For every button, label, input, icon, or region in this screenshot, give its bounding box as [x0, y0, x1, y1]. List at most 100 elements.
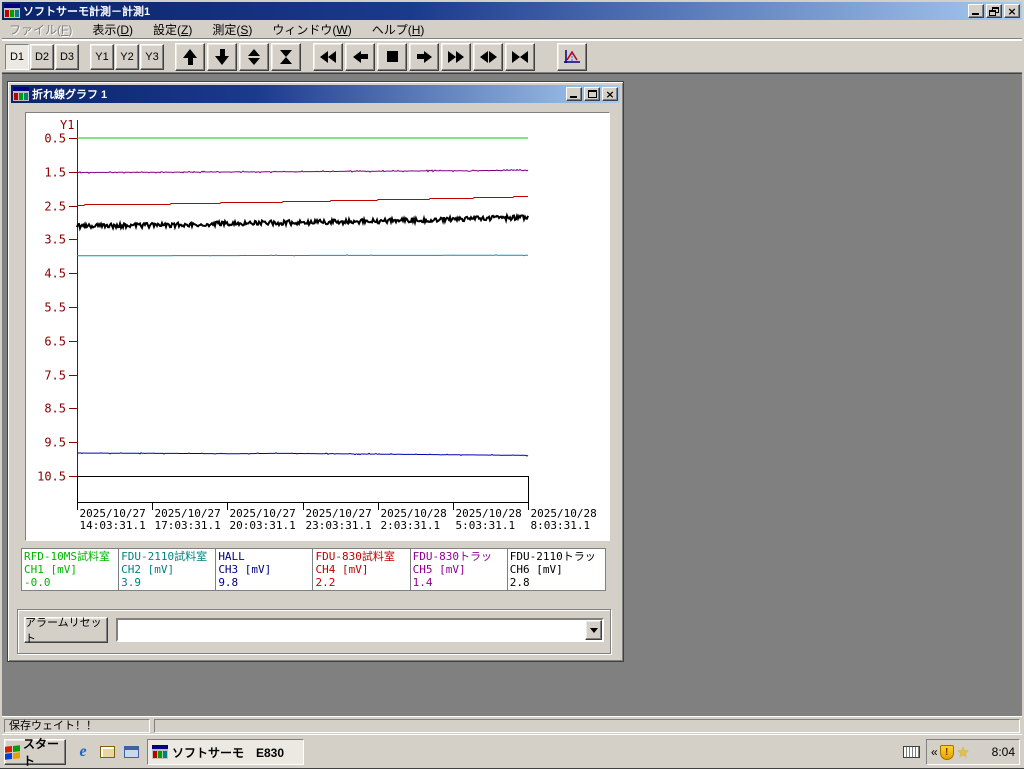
legend-channel-label: CH6 [mV]: [509, 563, 563, 576]
compress-vertical-button[interactable]: [271, 42, 301, 71]
graph-window-title: 折れ線グラフ 1: [32, 89, 108, 101]
svg-text:2:03:31.1: 2:03:31.1: [381, 519, 441, 532]
legend-channel-label: CH1 [mV]: [24, 563, 77, 576]
menu-item-help[interactable]: ヘルプ(H): [365, 19, 432, 40]
scroll-down-button[interactable]: [207, 42, 237, 71]
graph-close-button[interactable]: ×: [602, 87, 618, 101]
main-window: ソフトサーモ計測－計測1 × ファイル(F) 表示(D) 設定(Z) 測定(S) ウィン…: [0, 0, 1024, 769]
alarm-combobox-dropdown-button[interactable]: [585, 620, 602, 640]
fast-rewind-button[interactable]: [313, 42, 343, 71]
stop-button[interactable]: [377, 42, 407, 71]
legend-cell-ch4: FDU-830試料室 CH4 [mV] 2.2: [313, 549, 411, 590]
status-message: 保存ウェイト！！: [4, 719, 150, 733]
fast-forward-button[interactable]: [441, 42, 471, 71]
task-button-label: ソフトサーモ E830: [172, 745, 285, 760]
keyboard-icon[interactable]: [903, 746, 920, 758]
svg-text:1.5: 1.5: [44, 166, 66, 180]
chevron-down-icon: [589, 627, 598, 633]
legend-channel-name: RFD-10MS試料室: [24, 550, 110, 563]
line-chart-button[interactable]: [557, 42, 587, 71]
app-icon: [4, 4, 20, 18]
show-desktop-icon[interactable]: [98, 743, 116, 761]
taskbar: スタート e ソフトサーモ E830 « ! ★ 8:04: [2, 734, 1022, 768]
menu-bar: ファイル(F) 表示(D) 設定(Z) 測定(S) ウィンドウ(W) ヘルプ(H): [2, 20, 1022, 39]
task-app-icon: [152, 745, 168, 759]
main-window-title: ソフトサーモ計測－計測1: [23, 6, 151, 18]
main-title-bar: ソフトサーモ計測－計測1 ×: [2, 2, 1022, 20]
expand-horizontal-button[interactable]: [473, 42, 503, 71]
legend-channel-name: HALL: [218, 550, 245, 563]
status-bar: 保存ウェイト！！: [2, 716, 1022, 734]
start-button[interactable]: スタート: [4, 737, 66, 768]
graph-maximize-button[interactable]: [584, 87, 600, 101]
legend-channel-value: 9.8: [218, 576, 239, 589]
scroll-down-icon: [215, 48, 229, 65]
legend-cell-ch3: HALL CH3 [mV] 9.8: [216, 549, 314, 590]
menu-item-measure[interactable]: 測定(S): [205, 19, 259, 40]
line-chart-icon: [564, 49, 580, 63]
compress-horizontal-button[interactable]: [505, 42, 535, 71]
graph-minimize-button[interactable]: [566, 87, 582, 101]
toolbar-button-y3[interactable]: Y3: [140, 43, 164, 70]
svg-text:8:03:31.1: 8:03:31.1: [531, 519, 591, 532]
scroll-up-button[interactable]: [175, 42, 205, 71]
left-arrow-icon: [352, 50, 368, 63]
svg-text:9.5: 9.5: [44, 436, 66, 450]
svg-text:3.5: 3.5: [44, 233, 66, 247]
legend-channel-name: FDU-2110試料室: [121, 550, 208, 563]
task-button-softthermo[interactable]: ソフトサーモ E830: [147, 739, 304, 765]
legend-channel-label: CH3 [mV]: [218, 563, 272, 576]
legend-cell-ch2: FDU-2110試料室 CH2 [mV] 3.9: [119, 549, 217, 590]
toolbar-button-d1[interactable]: D1: [5, 43, 29, 70]
svg-text:2.5: 2.5: [44, 200, 66, 214]
svg-text:23:03:31.1: 23:03:31.1: [306, 519, 372, 532]
toolbar: D1 D2 D3 Y1 Y2 Y3: [2, 40, 1022, 73]
legend-channel-value: 3.9: [121, 576, 142, 589]
compress-horizontal-icon: [512, 50, 528, 63]
alarm-reset-button[interactable]: アラームリセット: [24, 617, 108, 645]
mdi-client-area: 折れ線グラフ 1 × Y1 0.5 1.5 2.5 3.5 4.5 5.5 6.5 7.5 8.5…: [2, 73, 1022, 716]
status-panel-2: [154, 719, 1020, 733]
step-left-button[interactable]: [345, 42, 375, 71]
restore-button[interactable]: [986, 4, 1002, 18]
chevron-left-icon[interactable]: «: [931, 745, 938, 759]
legend-channel-label: CH5 [mV]: [412, 563, 466, 576]
step-right-button[interactable]: [409, 42, 439, 71]
svg-text:10.5: 10.5: [37, 470, 66, 484]
toolbar-button-d3[interactable]: D3: [55, 43, 79, 70]
alarm-combobox-value[interactable]: [118, 620, 602, 640]
internet-explorer-icon[interactable]: e: [74, 743, 92, 761]
legend-channel-label: CH2 [mV]: [121, 563, 175, 576]
toolbar-button-y1[interactable]: Y1: [90, 43, 114, 70]
minimize-button[interactable]: [968, 4, 984, 18]
security-shield-icon[interactable]: !: [939, 744, 954, 760]
channels-window-icon[interactable]: [122, 743, 140, 761]
legend-cell-ch5: FDU-830トラッ CH5 [mV] 1.4: [410, 549, 508, 590]
legend-cell-ch6: FDU-2110トラッ CH6 [mV] 2.8: [507, 549, 605, 590]
close-button[interactable]: ×: [1004, 4, 1020, 18]
graph-window-title-bar: 折れ線グラフ 1 ×: [11, 85, 620, 103]
legend-cell-ch1: RFD-10MS試料室 CH1 [mV] -0.0: [22, 549, 120, 590]
toolbar-button-y2[interactable]: Y2: [115, 43, 139, 70]
graph-window: 折れ線グラフ 1 × Y1 0.5 1.5 2.5 3.5 4.5 5.5 6.5 7.5 8.5…: [7, 81, 624, 662]
tray-clock: 8:04: [991, 745, 1015, 759]
toolbar-button-d2[interactable]: D2: [30, 43, 54, 70]
menu-item-view[interactable]: 表示(D): [85, 19, 140, 40]
legend-channel-value: 1.4: [412, 576, 433, 589]
legend-channel-name: FDU-830試料室: [315, 550, 395, 563]
star-icon[interactable]: ★: [957, 744, 970, 761]
menu-item-settings[interactable]: 設定(Z): [146, 19, 199, 40]
expand-vertical-icon: [248, 48, 260, 65]
legend-channel-value: 2.8: [509, 576, 530, 589]
right-arrow-icon: [416, 50, 432, 63]
toolbar-toggle-group: D1 D2 D3 Y1 Y2 Y3: [5, 43, 165, 70]
menu-item-file[interactable]: ファイル(F): [2, 19, 79, 40]
expand-vertical-button[interactable]: [239, 42, 269, 71]
menu-item-window[interactable]: ウィンドウ(W): [265, 19, 358, 40]
scroll-up-icon: [183, 48, 197, 65]
start-button-label: スタート: [23, 737, 60, 768]
svg-text:7.5: 7.5: [44, 369, 66, 383]
alarm-combobox[interactable]: [116, 618, 604, 642]
system-tray: « ! ★ 8:04: [926, 739, 1020, 765]
stop-icon: [386, 51, 398, 62]
